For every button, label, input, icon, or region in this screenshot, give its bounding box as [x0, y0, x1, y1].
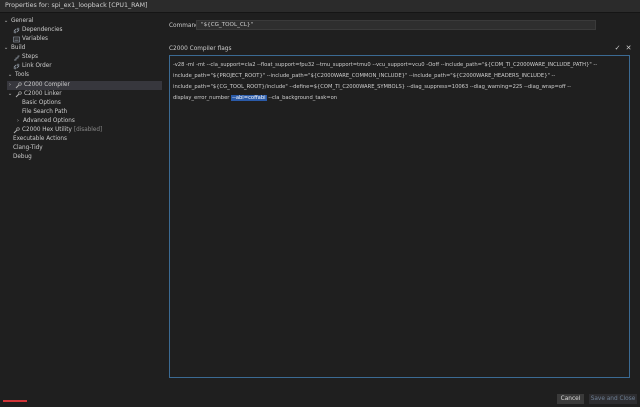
wrench-icon — [15, 91, 22, 98]
link-icon — [13, 63, 20, 70]
cancel-button[interactable]: Cancel — [557, 394, 584, 404]
progress-indicator — [3, 400, 27, 402]
tree-item-file-search-path[interactable]: File Search Path — [22, 108, 67, 117]
tree-item-label: Debug — [13, 154, 32, 160]
wrench-icon — [13, 127, 20, 134]
steps-icon — [13, 54, 20, 61]
tree-item-label: File Search Path — [22, 109, 68, 115]
close-icon[interactable]: ✕ — [624, 43, 633, 52]
tree-item-general[interactable]: ⌄ General — [3, 17, 34, 26]
save-and-close-button[interactable]: Save and Close — [589, 394, 637, 404]
chevron-down-icon[interactable]: ⌄ — [7, 90, 13, 99]
compiler-flags-label: C2000 Compiler flags — [169, 46, 232, 52]
tree-item-label: C2000 Compiler — [24, 82, 70, 88]
compiler-settings-panel: Command C2000 Compiler flags ✓ ✕ -v28 -m… — [164, 13, 640, 381]
tree-item-label: Build — [11, 45, 26, 51]
chevron-down-icon[interactable]: ⌄ — [3, 17, 9, 26]
tree-item-label: Clang-Tidy — [13, 145, 43, 151]
tree-item-advanced-options[interactable]: › Advanced Options — [15, 117, 75, 126]
window-title: Properties for: spi_ex1_loopback [CPU1_R… — [5, 2, 148, 9]
chevron-down-icon[interactable]: ⌄ — [7, 71, 13, 80]
tree-item-label: Executable Actions — [13, 136, 68, 142]
tree-item-c2000-compiler[interactable]: › C2000 Compiler — [7, 81, 162, 90]
compiler-flags-textarea[interactable]: -v28 -ml -mt --cla_support=cla2 --float_… — [169, 55, 630, 378]
tree-item-label: C2000 Linker — [24, 91, 62, 97]
dialog-footer: Cancel Save and Close — [0, 381, 640, 407]
checkmark-icon[interactable]: ✓ — [613, 43, 622, 52]
tree-item-tools[interactable]: ⌄ Tools — [7, 71, 29, 80]
tree-item-dependencies[interactable]: Dependencies — [13, 26, 62, 35]
tree-item-label: Steps — [22, 54, 38, 60]
tree-item-label: Tools — [15, 72, 30, 78]
link-icon — [13, 27, 20, 34]
properties-tree: ⌄ General Dependencies Variables ⌄ Build… — [0, 13, 164, 381]
tree-item-clang-tidy[interactable]: Clang-Tidy — [13, 144, 43, 153]
tree-item-variables[interactable]: Variables — [13, 35, 48, 44]
chevron-right-icon[interactable]: › — [7, 81, 13, 90]
tree-item-executable-actions[interactable]: Executable Actions — [13, 135, 67, 144]
tree-item-label: General — [11, 18, 34, 24]
tree-item-debug[interactable]: Debug — [13, 153, 32, 162]
flags-selected-text: --abi=coffabi — [231, 95, 267, 101]
tree-item-label: Variables — [22, 36, 48, 42]
tree-item-c2000-hex-utility[interactable]: C2000 Hex Utility [disabled] — [13, 126, 102, 135]
tree-item-label: Link Order — [22, 63, 52, 69]
tree-item-label: Basic Options — [22, 100, 61, 106]
tree-item-label: Dependencies — [22, 27, 63, 33]
wrench-icon — [15, 82, 22, 89]
tree-item-basic-options[interactable]: Basic Options — [22, 99, 61, 108]
disabled-badge: [disabled] — [73, 127, 103, 133]
flags-text-after: --cla_background_task=on — [268, 95, 338, 101]
chevron-right-icon[interactable]: › — [15, 117, 21, 126]
command-label: Command — [169, 23, 199, 29]
chevron-down-icon[interactable]: ⌄ — [3, 44, 9, 53]
tree-item-build[interactable]: ⌄ Build — [3, 44, 26, 53]
tree-item-c2000-linker[interactable]: ⌄ C2000 Linker — [7, 90, 62, 99]
tree-item-label: C2000 Hex Utility — [22, 127, 72, 133]
title-bar: Properties for: spi_ex1_loopback [CPU1_R… — [0, 0, 640, 13]
variables-icon — [13, 36, 20, 43]
tree-item-label: Advanced Options — [23, 118, 75, 124]
tree-item-steps[interactable]: Steps — [13, 53, 38, 62]
tree-item-link-order[interactable]: Link Order — [13, 62, 52, 71]
command-input[interactable] — [196, 20, 596, 30]
